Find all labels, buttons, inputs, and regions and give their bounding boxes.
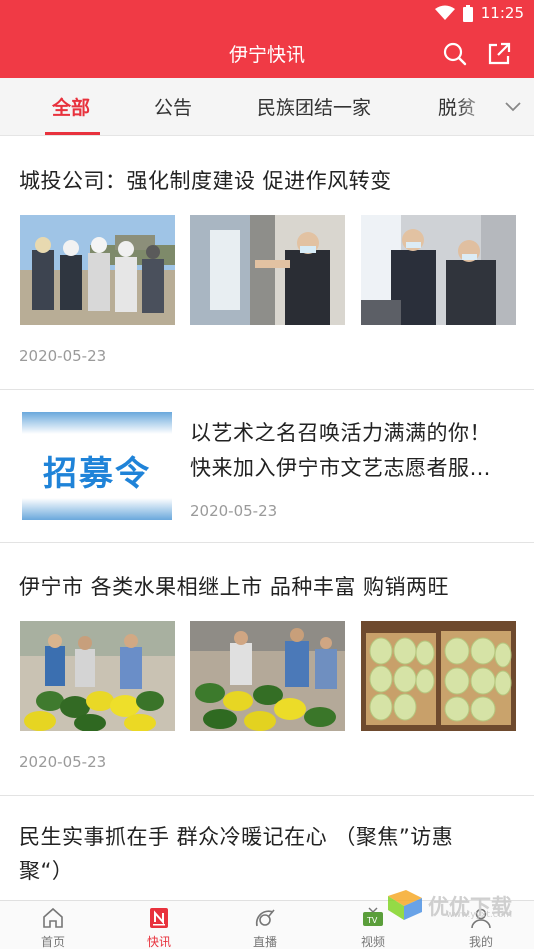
search-icon[interactable]	[442, 41, 468, 67]
article-date: 2020-05-23	[19, 753, 107, 771]
home-icon	[41, 906, 65, 930]
article-thumbnail	[20, 621, 175, 731]
article-title-line: 民生实事抓在手 群众冷暖记在心 （聚焦”访惠	[19, 825, 454, 849]
news-item[interactable]: 招募令 以艺术之名召唤活力满满的你！ 快来加入伊宁市文艺志愿者服… 2020-0…	[0, 390, 534, 543]
share-icon[interactable]	[486, 41, 512, 67]
nav-label: 视频	[360, 935, 385, 949]
live-icon	[253, 906, 277, 930]
nav-label: 首页	[40, 935, 65, 949]
article-thumbnail	[361, 215, 516, 325]
article-title: 民生实事抓在手 群众冷暖记在心 （聚焦”访惠 聚“）	[19, 820, 453, 888]
article-title: 城投公司：强化制度建设 促进作风转变	[19, 169, 392, 193]
category-tabs: 全部 公告 民族团结一家 脱贫	[0, 78, 534, 136]
nav-label: 快讯	[146, 935, 171, 949]
article-thumbnail	[190, 621, 345, 731]
article-date: 2020-05-23	[19, 347, 107, 365]
nav-news[interactable]: 快讯	[106, 901, 212, 949]
status-time: 11:25	[480, 4, 524, 22]
news-item[interactable]: 伊宁市 各类水果相继上市 品种丰富 购销两旺 2020-05-23	[0, 543, 534, 796]
article-date: 2020-05-23	[190, 502, 278, 520]
article-thumbnail	[20, 215, 175, 325]
article-title: 以艺术之名召唤活力满满的你！ 快来加入伊宁市文艺志愿者服…	[190, 416, 491, 486]
watermark-logo-icon	[384, 886, 424, 926]
tab-announcement[interactable]: 公告	[154, 93, 192, 120]
watermark: 优优下载 www.yyxt.com	[384, 886, 512, 926]
nav-label: 直播	[252, 935, 277, 949]
active-tab-indicator	[45, 132, 100, 135]
tabs-fade	[456, 78, 496, 135]
news-icon	[147, 906, 171, 930]
banner-text: 招募令	[43, 454, 151, 494]
nav-label: 我的	[468, 935, 493, 949]
news-item[interactable]: 民生实事抓在手 群众冷暖记在心 （聚焦”访惠 聚“）	[0, 796, 534, 900]
battery-icon	[462, 4, 473, 22]
tv-icon: TV	[361, 906, 385, 930]
article-title-line: 聚“）	[19, 859, 74, 883]
article-thumbnail	[190, 215, 345, 325]
wifi-icon	[434, 5, 455, 21]
article-thumbnail	[361, 621, 516, 731]
app-header: 伊宁快讯	[0, 30, 534, 78]
article-title: 伊宁市 各类水果相继上市 品种丰富 购销两旺	[19, 575, 450, 599]
status-indicators: 11:25	[434, 4, 524, 22]
news-feed: 城投公司：强化制度建设 促进作风转变 2020-05-23 招募令 以艺术之名召…	[0, 137, 534, 900]
article-title-line: 快来加入伊宁市文艺志愿者服…	[190, 456, 491, 480]
tabs-expand-button[interactable]	[492, 78, 534, 135]
watermark-url: www.yyxt.com	[446, 910, 512, 920]
article-title-line: 以艺术之名召唤活力满满的你！	[190, 421, 491, 445]
nav-home[interactable]: 首页	[0, 901, 106, 949]
status-bar: 11:25	[0, 0, 534, 30]
tab-all[interactable]: 全部	[52, 93, 90, 120]
nav-live[interactable]: 直播	[212, 901, 318, 949]
svg-text:TV: TV	[366, 916, 378, 925]
news-item[interactable]: 城投公司：强化制度建设 促进作风转变 2020-05-23	[0, 137, 534, 390]
chevron-down-icon	[504, 98, 522, 117]
tab-ethnic-unity[interactable]: 民族团结一家	[257, 93, 371, 120]
article-thumbnail: 招募令	[22, 412, 172, 520]
